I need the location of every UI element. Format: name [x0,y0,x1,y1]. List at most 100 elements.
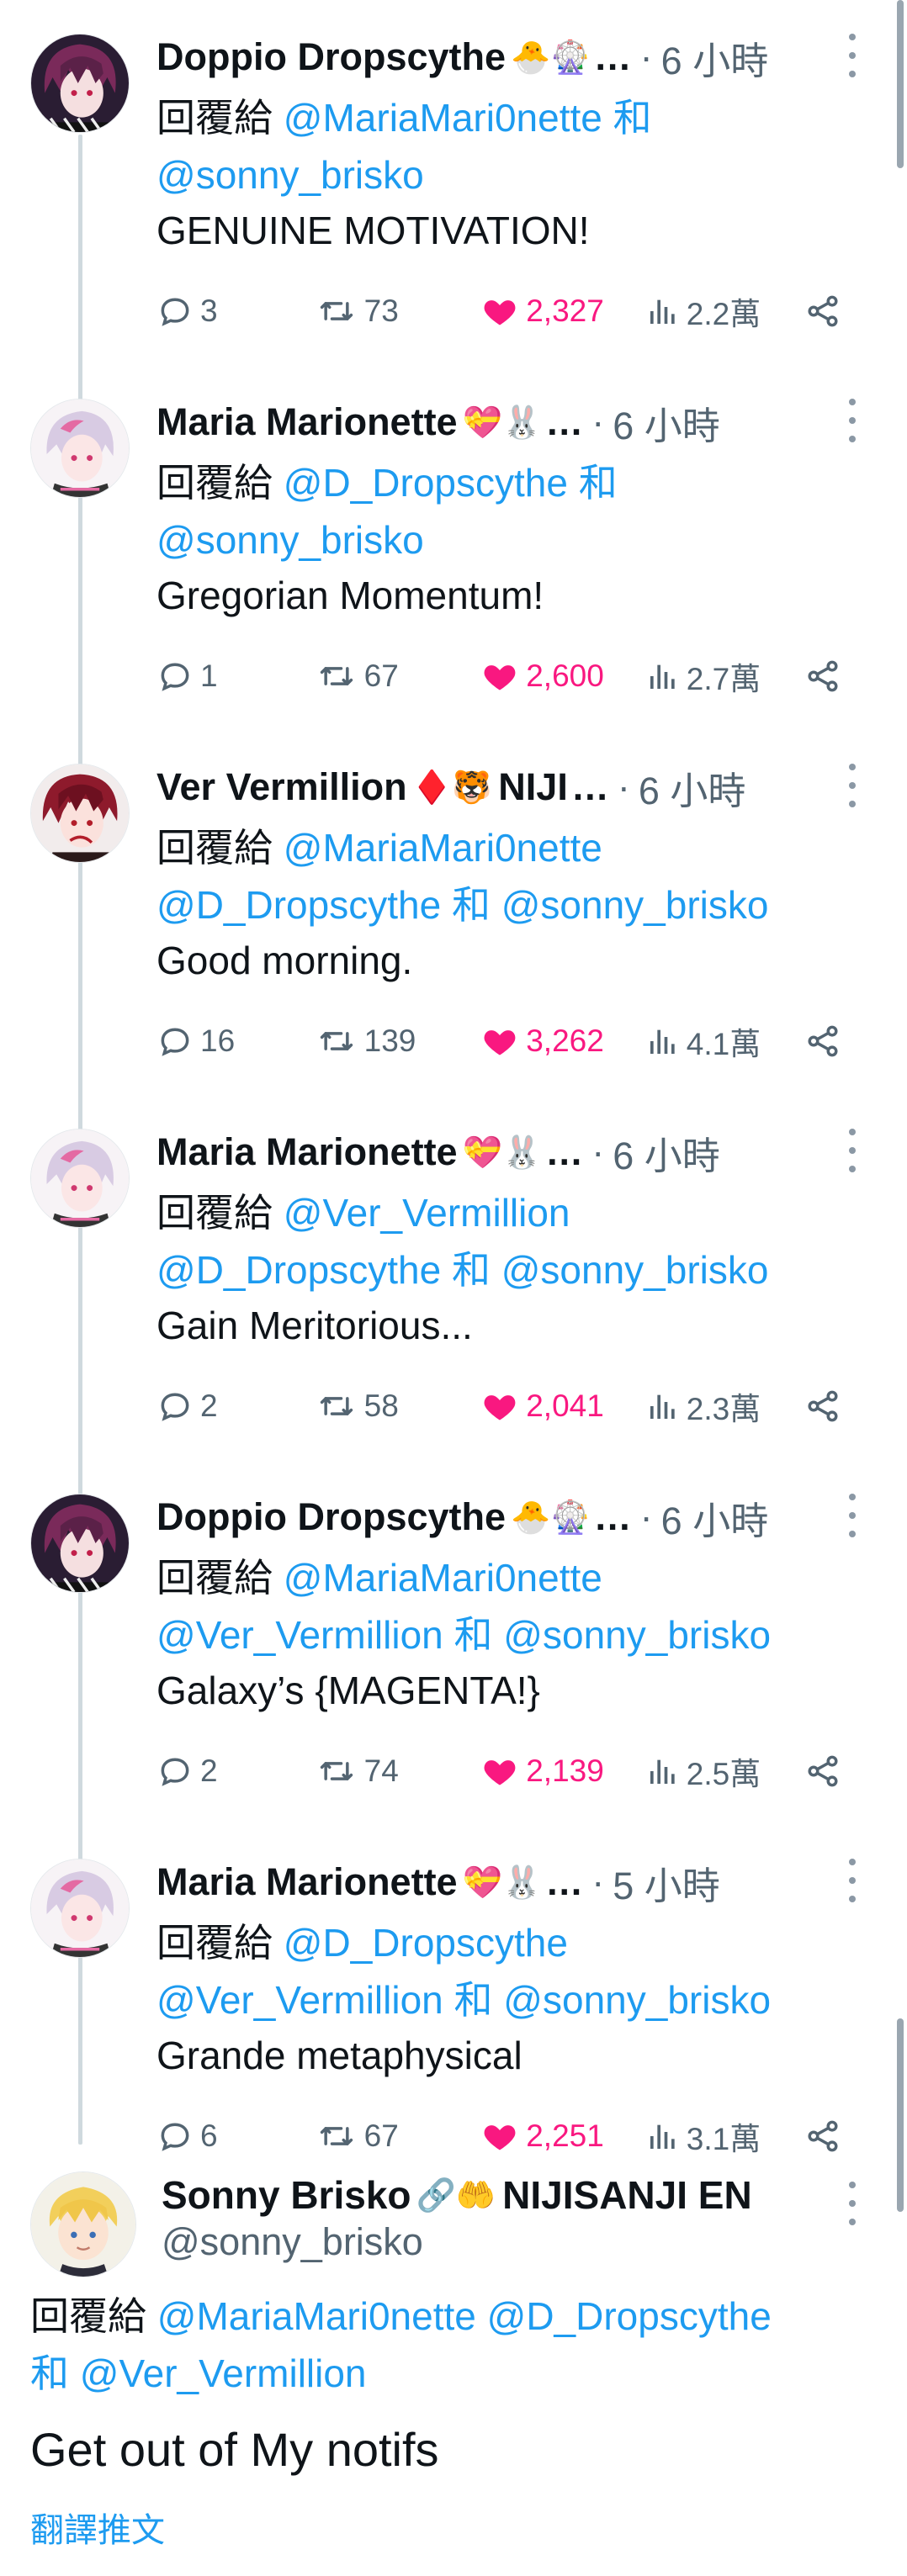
views-button[interactable]: 2.3萬 [646,1383,805,1429]
tweet-item[interactable]: Doppio Dropscythe 🐣🎡… · 6 小時 回覆給 @MariaMari0… [0,8,907,365]
mention-link[interactable]: @Ver_Vermillion [156,1613,443,1657]
mention-link[interactable]: @D_Dropscythe [156,883,441,927]
more-icon[interactable] [840,1494,865,1537]
avatar[interactable] [30,1494,130,1593]
mention-link[interactable]: @D_Dropscythe [284,1921,568,1965]
reply-button[interactable]: 2 [156,1388,316,1425]
mention-link[interactable]: @sonny_brisko [156,518,424,562]
more-icon[interactable] [840,1129,865,1172]
more-icon[interactable] [840,399,865,442]
avatar[interactable] [30,399,130,498]
mention-link[interactable]: @MariaMari0nette [284,96,602,140]
mention-link[interactable]: @sonny_brisko [503,1978,771,2022]
mention-link[interactable]: @Ver_Vermillion [156,1978,443,2022]
mention-link[interactable]: @sonny_brisko [501,883,769,927]
author-name[interactable]: Maria Marionette [156,1860,458,1904]
retweets-count: 67 [363,659,399,693]
retweet-button[interactable]: 74 [316,1753,481,1790]
like-button[interactable]: 2,327 [480,293,646,330]
tweet-item[interactable]: Ver Vermillion ♦️🐯 NIJI… · 6 小時 回覆給 @MariaMar… [0,738,907,1095]
retweet-button[interactable]: 67 [316,658,481,695]
share-button[interactable] [804,1753,855,1790]
views-button[interactable]: 3.1萬 [646,2113,805,2159]
mention-link[interactable]: @D_Dropscythe [156,1248,441,1292]
author-name[interactable]: Maria Marionette [156,1130,458,1174]
reply-button[interactable]: 2 [156,1753,316,1790]
author-name[interactable]: Maria Marionette [156,400,458,444]
reply-button[interactable]: 3 [156,293,316,330]
likes-count: 3,262 [526,1024,604,1058]
mention-link[interactable]: @sonny_brisko [501,1248,769,1292]
share-button[interactable] [804,2118,855,2155]
views-count: 2.2萬 [686,297,761,331]
views-button[interactable]: 4.1萬 [646,1018,805,1064]
main-tweet-reply-to: 回覆給 @MariaMari0nette @D_Dropscythe 和 @Ve… [30,2288,872,2402]
mention-link[interactable]: @MariaMari0nette [284,1556,602,1600]
views-button[interactable]: 2.7萬 [646,653,805,699]
tweet-item[interactable]: Maria Marionette 💝🐰… · 6 小時 回覆給 @D_Dropscyth… [0,373,907,730]
views-button[interactable]: 2.5萬 [646,1748,805,1794]
tweet-header: Maria Marionette 💝🐰… · 6 小時 [156,1127,846,1177]
mention-link[interactable]: @MariaMari0nette [284,826,602,870]
tweet-time[interactable]: 6 小時 [661,1490,769,1545]
retweet-button[interactable]: 67 [316,2118,481,2155]
share-button[interactable] [804,658,855,695]
author-name[interactable]: Doppio Dropscythe [156,35,506,79]
retweet-button[interactable]: 139 [316,1023,481,1060]
main-tweet-author-name[interactable]: Sonny Brisko 🔗🤲 NIJISANJI EN [162,2168,752,2222]
mention-link[interactable]: @MariaMari0nette [157,2294,476,2338]
tweet-item[interactable]: Maria Marionette 💝🐰… · 6 小時 回覆給 @Ver_Vermill… [0,1103,907,1460]
retweet-button[interactable]: 73 [316,293,481,330]
likes-count: 2,251 [526,2118,604,2153]
tweet-item[interactable]: Doppio Dropscythe 🐣🎡… · 6 小時回覆給 @MariaMari0… [0,1468,907,1825]
reply-icon [156,293,194,330]
author-emoji-badges: 💝🐰 [462,1863,543,1901]
avatar[interactable] [30,34,130,133]
author-name[interactable]: Ver Vermillion [156,765,407,809]
more-icon[interactable] [840,2182,865,2225]
tweet-item[interactable]: Maria Marionette 💝🐰… · 5 小時 回覆給 @D_Dropscyth… [0,1833,907,2190]
retweets-count: 67 [363,2118,399,2153]
author-name[interactable]: Doppio Dropscythe [156,1495,506,1539]
mention-link[interactable]: @sonny_brisko [503,1613,771,1657]
reply-button[interactable]: 1 [156,658,316,695]
share-button[interactable] [804,293,855,330]
name-ellipsis: … [593,1495,632,1538]
mention-link[interactable]: @Ver_Vermillion [284,1191,570,1235]
more-icon[interactable] [840,1859,865,1902]
name-ellipsis: … [545,1860,584,1903]
main-tweet-handle[interactable]: @sonny_brisko [162,2220,423,2264]
tweet-time[interactable]: 6 小時 [661,30,769,85]
tweet-time[interactable]: 6 小時 [613,395,720,450]
avatar[interactable] [30,764,130,863]
views-button[interactable]: 2.2萬 [646,288,805,334]
like-button[interactable]: 2,139 [480,1753,646,1790]
mention-link[interactable]: @sonny_brisko [156,153,424,197]
mention-link[interactable]: @D_Dropscythe [487,2294,772,2338]
reply-button[interactable]: 16 [156,1023,316,1060]
tweet-header: Doppio Dropscythe 🐣🎡… · 6 小時 [156,1492,846,1542]
avatar[interactable] [30,1129,130,1228]
reply-button[interactable]: 6 [156,2118,316,2155]
avatar[interactable] [30,2171,136,2277]
tweet-time[interactable]: 6 小時 [613,1125,720,1180]
reply-to-prefix: 回覆給 [156,1556,273,1600]
more-icon[interactable] [840,764,865,807]
tweet-time[interactable]: 5 小時 [613,1855,720,1910]
like-button[interactable]: 2,600 [480,658,646,695]
share-button[interactable] [804,1388,855,1425]
avatar[interactable] [30,1859,130,1958]
like-button[interactable]: 2,041 [480,1388,646,1425]
like-button[interactable]: 3,262 [480,1023,646,1060]
reply-to-prefix: 回覆給 [156,96,273,140]
mention-link[interactable]: @Ver_Vermillion [80,2351,367,2395]
more-icon[interactable] [840,34,865,77]
mention-link[interactable]: @D_Dropscythe [284,461,568,505]
separator-dot: · [591,1130,605,1173]
retweet-button[interactable]: 58 [316,1388,481,1425]
tweet-time[interactable]: 6 小時 [639,760,746,815]
translate-tweet-link[interactable]: 翻譯推文 [30,2503,165,2552]
author-emoji-badges: 🔗🤲 [416,2176,496,2214]
share-button[interactable] [804,1023,855,1060]
like-button[interactable]: 2,251 [480,2118,646,2155]
